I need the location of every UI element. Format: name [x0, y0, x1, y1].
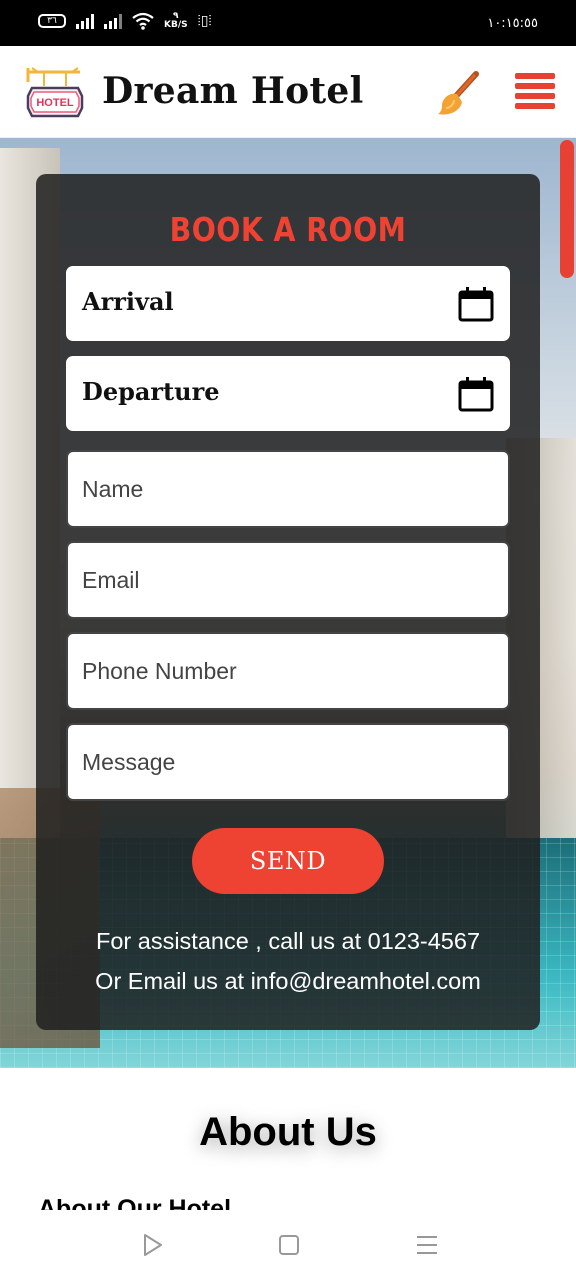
system-nav-bar [0, 1210, 576, 1280]
page-scrollbar[interactable] [560, 140, 574, 278]
vibrate-icon: ⦙▯⦙ [197, 13, 212, 29]
departure-label: Departure [82, 377, 220, 406]
signal-icon-2 [104, 13, 122, 29]
email-input[interactable] [66, 541, 510, 619]
wifi-icon [132, 12, 154, 30]
site-header: HOTEL Dream Hotel [0, 46, 576, 138]
status-icons: ٣٦ ٩ KB/S ⦙▯⦙ [38, 12, 212, 30]
phone-input[interactable] [66, 632, 510, 710]
status-bar: ٣٦ ٩ KB/S ⦙▯⦙ ١٠:١٥:٥٥ [0, 0, 576, 46]
calendar-icon[interactable] [458, 376, 494, 412]
arrival-label: Arrival [82, 287, 174, 316]
send-button[interactable]: SEND [192, 828, 384, 894]
signal-icon [76, 13, 94, 29]
hamburger-menu-icon[interactable] [515, 73, 555, 111]
network-speed-unit: KB/S [164, 20, 188, 30]
hotel-sign-logo[interactable]: HOTEL [24, 66, 86, 120]
arrival-date-field[interactable]: Arrival [66, 266, 510, 341]
network-speed: ٩ KB/S [164, 12, 188, 30]
status-time: ١٠:١٥:٥٥ [487, 16, 538, 31]
assistance-email-text: Or Email us at info@dreamhotel.com [95, 968, 481, 994]
paint-brush-icon[interactable] [436, 70, 480, 116]
departure-date-field[interactable]: Departure [66, 356, 510, 431]
play-triangle-icon[interactable] [138, 1230, 168, 1260]
message-input[interactable] [66, 723, 510, 801]
hotel-sign-text: HOTEL [36, 97, 74, 109]
assistance-phone-text: For assistance , call us at 0123-4567 [95, 928, 481, 954]
brand-title[interactable]: Dream Hotel [102, 70, 364, 112]
square-home-icon[interactable] [274, 1230, 304, 1260]
hero-section: BOOK A ROOM Arrival Departure SEND For a… [0, 138, 576, 1068]
booking-title: BOOK A ROOM [169, 210, 407, 249]
booking-card: BOOK A ROOM Arrival Departure SEND For a… [36, 174, 540, 1030]
menu-lines-icon[interactable] [412, 1230, 442, 1260]
name-input[interactable] [66, 450, 510, 528]
about-subtitle: About Our Hotel [38, 1195, 232, 1210]
calendar-icon[interactable] [458, 286, 494, 322]
about-title: About Us [199, 1110, 377, 1154]
battery-icon: ٣٦ [38, 14, 66, 28]
